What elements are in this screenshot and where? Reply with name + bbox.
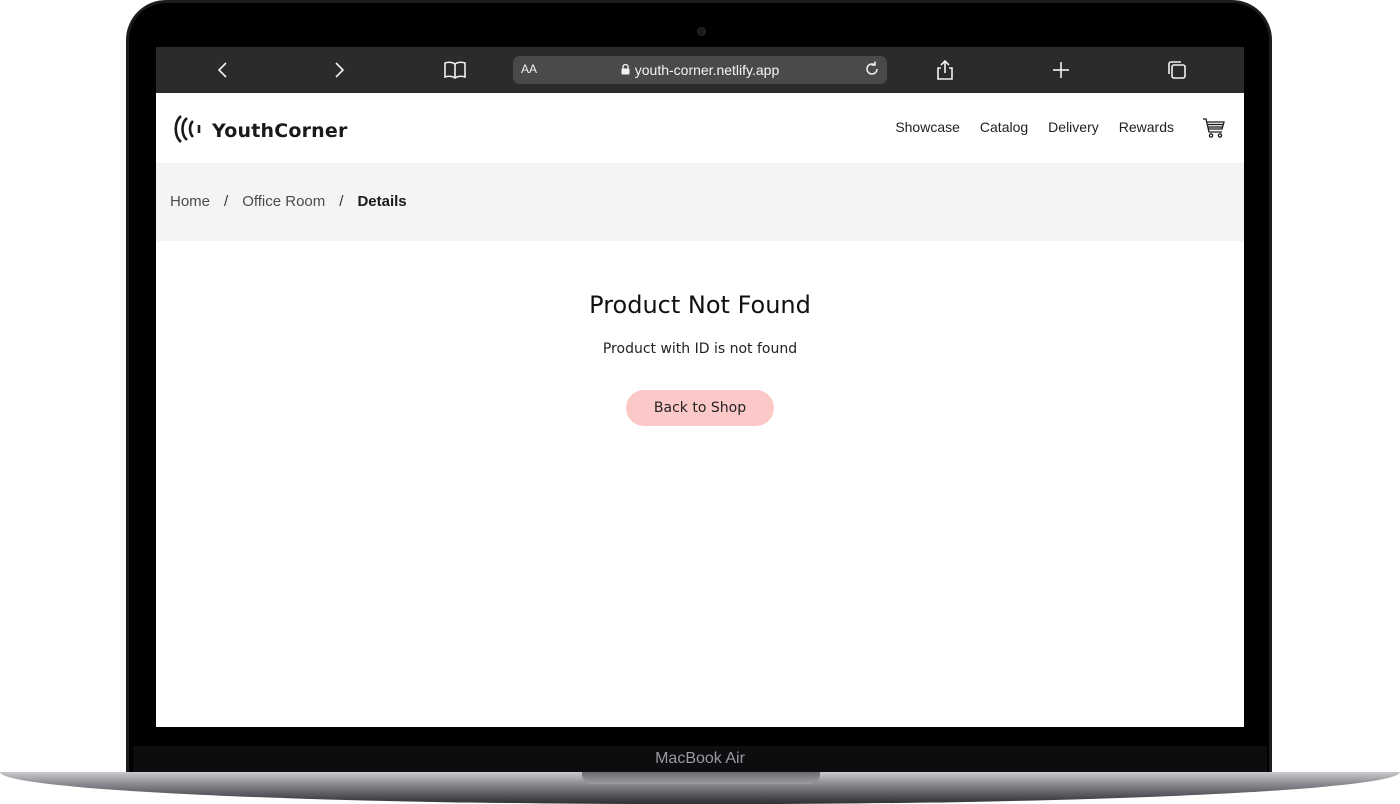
browser-toolbar: AA youth-corner.netlify.app: [156, 47, 1244, 93]
device-label: MacBook Air: [655, 750, 745, 767]
back-to-shop-button[interactable]: Back to Shop: [625, 390, 775, 426]
address-bar[interactable]: AA youth-corner.netlify.app: [513, 56, 887, 84]
brand-name: YouthCorner: [212, 120, 348, 142]
main-nav: Showcase Catalog Delivery Rewards: [895, 119, 1174, 135]
new-tab-icon[interactable]: [1041, 55, 1081, 85]
bookmarks-icon[interactable]: [435, 55, 475, 85]
nav-catalog[interactable]: Catalog: [980, 119, 1028, 135]
cart-icon[interactable]: [1202, 117, 1226, 143]
nav-delivery[interactable]: Delivery: [1048, 119, 1099, 135]
back-icon[interactable]: [203, 55, 243, 85]
nav-showcase[interactable]: Showcase: [895, 119, 960, 135]
not-found-message: Product with ID is not found: [602, 341, 798, 357]
main-content: Product Not Found Product with ID is not…: [156, 241, 1244, 426]
reload-icon[interactable]: [863, 60, 881, 82]
camera-icon: [697, 27, 706, 36]
screen: AA youth-corner.netlify.app YouthCorner …: [156, 47, 1244, 727]
site-header: YouthCorner Showcase Catalog Delivery Re…: [156, 93, 1244, 163]
breadcrumb-separator: /: [224, 193, 229, 210]
nav-rewards[interactable]: Rewards: [1119, 119, 1174, 135]
logo-icon: [172, 114, 204, 148]
page-title: Product Not Found: [589, 291, 811, 319]
breadcrumb-home[interactable]: Home: [170, 193, 210, 210]
laptop-hinge-notch: [582, 772, 820, 784]
breadcrumb-separator: /: [339, 193, 344, 210]
tabs-icon[interactable]: [1157, 55, 1197, 85]
share-icon[interactable]: [925, 55, 965, 85]
breadcrumb: Home / Office Room / Details: [170, 193, 407, 210]
brand-logo[interactable]: YouthCorner: [172, 114, 348, 148]
breadcrumb-current: Details: [357, 193, 407, 210]
forward-icon[interactable]: [319, 55, 359, 85]
url-text: youth-corner.netlify.app: [634, 62, 780, 78]
breadcrumb-bar: Home / Office Room / Details: [156, 163, 1244, 241]
lock-icon: [621, 62, 630, 78]
breadcrumb-office-room[interactable]: Office Room: [242, 193, 325, 210]
